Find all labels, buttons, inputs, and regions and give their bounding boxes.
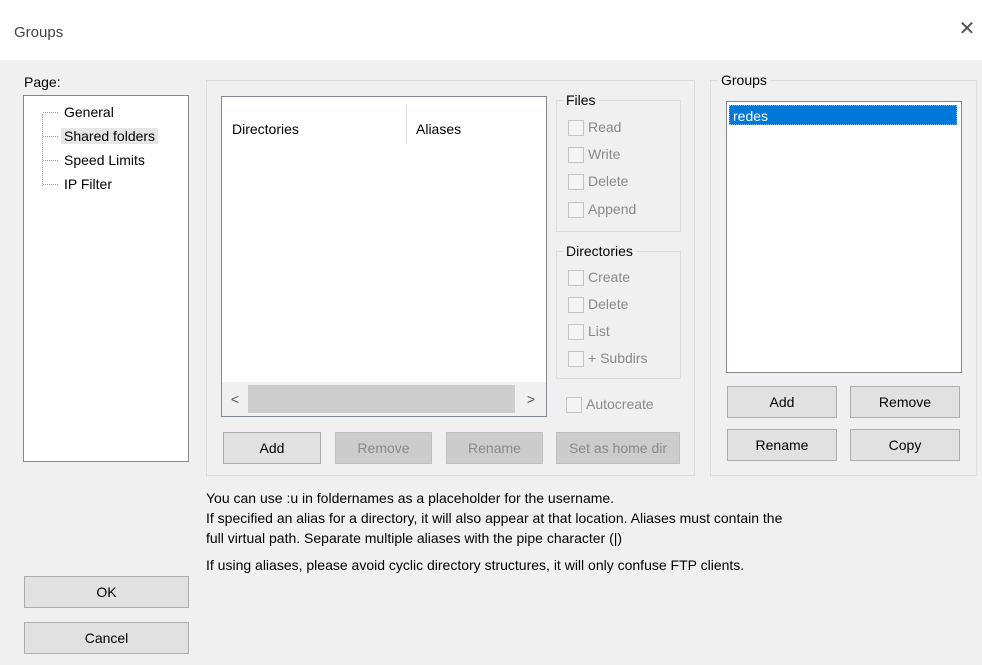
info-text-alias-1: If specified an alias for a directory, i… bbox=[206, 510, 783, 526]
tree-item-ip-filter[interactable]: IP Filter bbox=[43, 173, 115, 195]
column-directories[interactable]: Directories bbox=[232, 118, 299, 140]
group-list-item[interactable]: redes bbox=[729, 105, 957, 125]
directories-list[interactable] bbox=[221, 96, 547, 417]
tree-item-shared-folders[interactable]: Shared folders bbox=[43, 125, 159, 147]
info-text-cyclic: If using aliases, please avoid cyclic di… bbox=[206, 557, 745, 573]
info-text-placeholder: You can use :u in foldernames as a place… bbox=[206, 490, 615, 506]
checkbox-dir-delete[interactable]: Delete bbox=[568, 292, 628, 316]
tree-item-speed-limits[interactable]: Speed Limits bbox=[43, 149, 148, 171]
checkbox-box[interactable] bbox=[568, 297, 584, 314]
ok-button[interactable]: OK bbox=[24, 576, 189, 608]
set-home-dir-button[interactable]: Set as home dir bbox=[556, 432, 680, 464]
add-group-button[interactable]: Add bbox=[727, 386, 837, 418]
info-text-alias-2: full virtual path. Separate multiple ali… bbox=[206, 530, 623, 546]
checkbox-box[interactable] bbox=[568, 351, 584, 368]
scrollbar-thumb[interactable] bbox=[248, 385, 515, 413]
rename-directory-button[interactable]: Rename bbox=[446, 432, 543, 464]
checkbox-box[interactable] bbox=[568, 324, 584, 341]
rename-group-button[interactable]: Rename bbox=[727, 429, 837, 461]
checkbox-files-append[interactable]: Append bbox=[568, 197, 636, 221]
copy-group-button[interactable]: Copy bbox=[850, 429, 960, 461]
tree-item-general[interactable]: General bbox=[43, 101, 117, 123]
checkbox-box[interactable] bbox=[568, 120, 584, 137]
checkbox-box[interactable] bbox=[566, 397, 582, 414]
checkbox-files-write[interactable]: Write bbox=[568, 142, 620, 166]
checkbox-dir-create[interactable]: Create bbox=[568, 265, 630, 289]
close-icon[interactable]: ✕ bbox=[956, 18, 978, 40]
groups-title: Groups bbox=[717, 72, 771, 88]
remove-group-button[interactable]: Remove bbox=[850, 386, 960, 418]
checkbox-files-read[interactable]: Read bbox=[568, 115, 621, 139]
directories-legend: Directories bbox=[563, 243, 636, 259]
column-divider[interactable] bbox=[406, 104, 407, 144]
checkbox-box[interactable] bbox=[568, 174, 584, 191]
checkbox-box[interactable] bbox=[568, 270, 584, 287]
window-title: Groups bbox=[14, 24, 64, 41]
page-label: Page: bbox=[24, 74, 61, 90]
scroll-right-icon[interactable]: > bbox=[520, 385, 542, 413]
cancel-button[interactable]: Cancel bbox=[24, 622, 189, 654]
checkbox-box[interactable] bbox=[568, 147, 584, 164]
checkbox-box[interactable] bbox=[568, 202, 584, 219]
remove-directory-button[interactable]: Remove bbox=[335, 432, 432, 464]
column-aliases[interactable]: Aliases bbox=[416, 118, 461, 140]
add-directory-button[interactable]: Add bbox=[223, 432, 321, 464]
checkbox-dir-subdirs[interactable]: + Subdirs bbox=[568, 346, 648, 370]
files-legend: Files bbox=[563, 92, 599, 108]
scroll-left-icon[interactable]: < bbox=[224, 385, 246, 413]
groups-list[interactable] bbox=[726, 101, 962, 373]
title-bar bbox=[0, 0, 982, 60]
checkbox-dir-list[interactable]: List bbox=[568, 319, 610, 343]
checkbox-autocreate[interactable]: Autocreate bbox=[566, 392, 654, 416]
checkbox-files-delete[interactable]: Delete bbox=[568, 169, 628, 193]
